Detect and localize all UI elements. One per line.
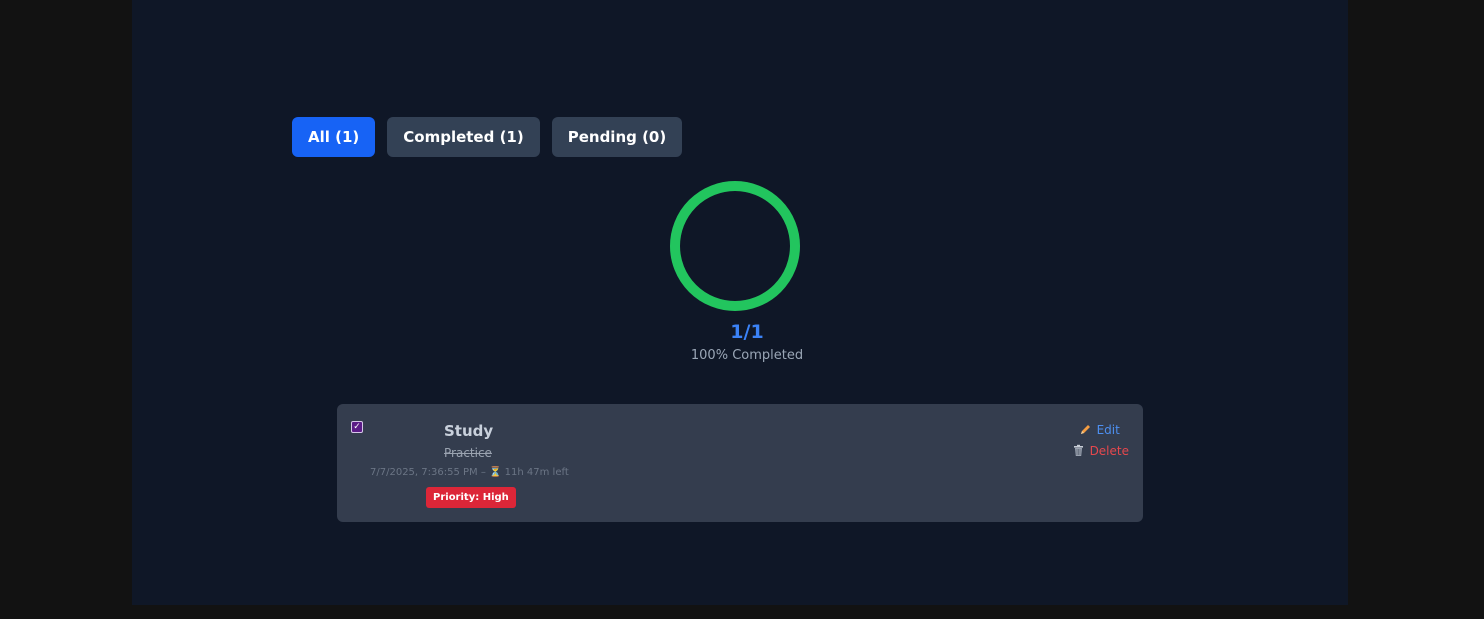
- edit-button[interactable]: Edit: [1079, 419, 1129, 440]
- filter-pending-button[interactable]: Pending (0): [551, 117, 683, 157]
- task-actions: Edit Delete: [1072, 419, 1129, 461]
- task-meta-separator: –: [480, 467, 486, 478]
- filter-all-button[interactable]: All (1): [292, 117, 376, 157]
- progress-ring-fill: [670, 181, 800, 311]
- task-meta: 7/7/2025, 7:36:55 PM – ⏳ 11h 47m left: [370, 467, 569, 478]
- priority-badge: Priority: High: [426, 487, 516, 508]
- task-card: ✓ Study Practice 7/7/2025, 7:36:55 PM – …: [337, 404, 1143, 522]
- task-complete-checkbox[interactable]: ✓: [351, 421, 363, 433]
- pencil-icon: [1080, 425, 1090, 434]
- progress-ring: [670, 181, 800, 311]
- delete-button[interactable]: Delete: [1072, 440, 1129, 461]
- task-datetime: 7/7/2025, 7:36:55 PM: [370, 467, 478, 478]
- filter-completed-button[interactable]: Completed (1): [387, 117, 540, 157]
- task-description: Practice: [444, 446, 492, 460]
- delete-label: Delete: [1089, 443, 1129, 458]
- edit-label: Edit: [1096, 422, 1120, 437]
- task-title: Study: [444, 422, 494, 440]
- filter-tabs: All (1) Completed (1) Pending (0): [292, 117, 683, 157]
- progress-percent-label: 100% Completed: [690, 348, 804, 363]
- task-time-left: 11h 47m left: [504, 467, 569, 478]
- trash-icon: [1073, 444, 1083, 456]
- hourglass-icon: ⏳: [489, 467, 502, 478]
- progress-count: 1/1: [730, 321, 764, 343]
- app-container: All (1) Completed (1) Pending (0) 1/1 10…: [132, 0, 1348, 605]
